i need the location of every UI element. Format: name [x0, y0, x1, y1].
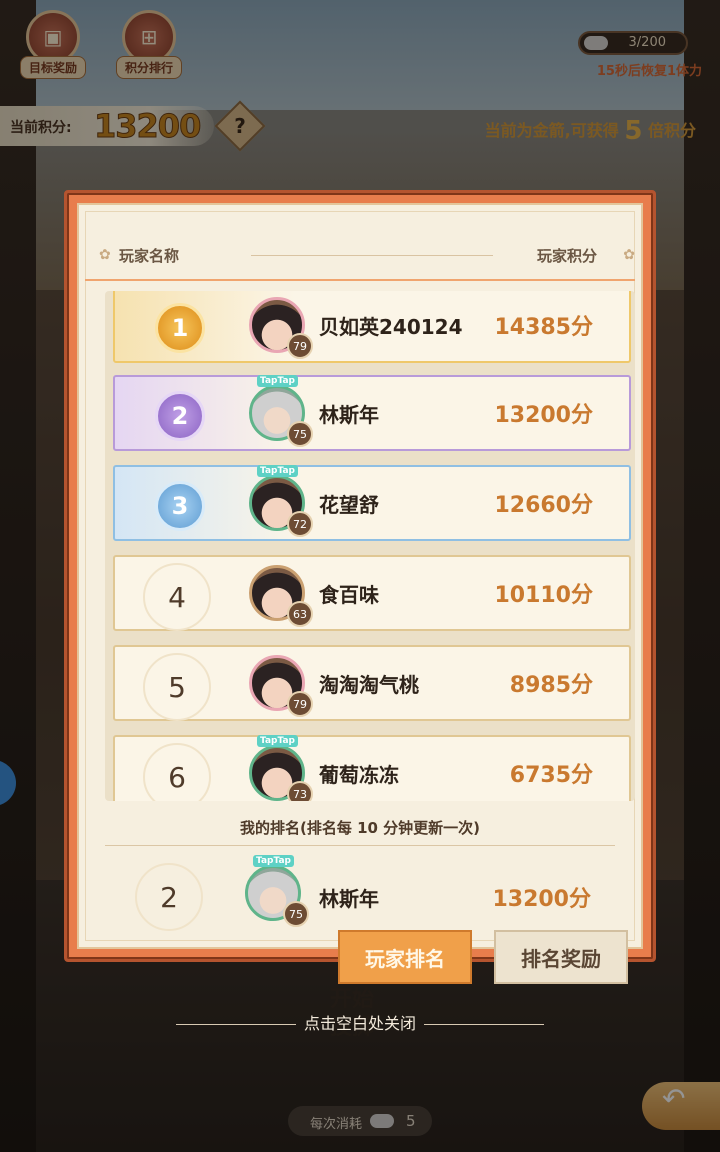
player-score: 13200分 — [494, 403, 593, 428]
avatar: TapTap 73 — [245, 735, 313, 801]
leaderboard-list[interactable]: 1 79 贝如英240124 14385分 2 TapTap 75 林斯年 13… — [105, 291, 635, 801]
taptap-badge: TapTap — [253, 855, 294, 867]
rank-number: 5 — [143, 653, 211, 721]
player-score: 10110分 — [494, 583, 593, 608]
player-score: 6735分 — [509, 763, 593, 788]
my-player-score: 13200分 — [492, 887, 591, 912]
list-item[interactable]: 1 79 贝如英240124 14385分 — [113, 291, 631, 363]
level-badge: 79 — [287, 691, 313, 717]
list-item[interactable]: 5 79 淘淘淘气桃 8985分 — [113, 645, 631, 721]
my-rank-title: 我的排名(排名每 10 分钟更新一次) — [239, 819, 481, 837]
player-score: 12660分 — [494, 493, 593, 518]
bronze-medal-icon: 3 — [155, 481, 205, 531]
list-item[interactable]: 6 TapTap 73 葡萄冻冻 6735分 — [113, 735, 631, 801]
level-badge: 72 — [287, 511, 313, 537]
divider — [175, 1024, 296, 1025]
avatar: TapTap 75 — [245, 375, 313, 447]
player-name: 淘淘淘气桃 — [319, 673, 419, 697]
list-item[interactable]: 2 TapTap 75 林斯年 13200分 — [113, 375, 631, 451]
rank-number: 2 — [171, 402, 189, 430]
close-hint-text: 点击空白处关闭 — [303, 1014, 416, 1033]
rank-number: 4 — [143, 563, 211, 631]
taptap-badge: TapTap — [257, 465, 298, 477]
my-rank-row: 2 TapTap 75 林斯年 13200分 — [105, 855, 635, 935]
gold-medal-icon: 1 — [155, 303, 205, 353]
rank-number: 1 — [171, 314, 189, 342]
avatar: TapTap 72 — [245, 465, 313, 537]
avatar: TapTap 75 — [241, 855, 309, 927]
player-name: 花望舒 — [319, 493, 379, 517]
tab-rank-reward[interactable]: 排名奖励 — [494, 930, 628, 984]
avatar: 79 — [245, 293, 313, 359]
player-score: 14385分 — [494, 315, 593, 340]
player-name: 林斯年 — [319, 403, 379, 427]
level-badge: 79 — [287, 333, 313, 359]
level-badge: 73 — [287, 781, 313, 801]
player-name: 食百味 — [319, 583, 379, 607]
flower-icon: ✿ — [99, 247, 111, 263]
level-badge: 75 — [283, 901, 309, 927]
player-name: 葡萄冻冻 — [319, 763, 399, 787]
header-player-score: 玩家积分 — [536, 247, 597, 265]
avatar: 79 — [245, 651, 313, 717]
list-header: ✿ 玩家名称 玩家积分 ✿ — [99, 245, 635, 267]
divider — [105, 845, 615, 846]
taptap-badge: TapTap — [257, 735, 298, 747]
silver-medal-icon: 2 — [155, 391, 205, 441]
level-badge: 75 — [287, 421, 313, 447]
rank-number: 3 — [171, 492, 189, 520]
divider — [251, 255, 493, 256]
flower-icon: ✿ — [623, 247, 635, 263]
my-player-name: 林斯年 — [319, 887, 379, 911]
taptap-badge: TapTap — [257, 375, 298, 387]
header-divider — [85, 279, 635, 281]
tab-player-rank[interactable]: 玩家排名 — [338, 930, 472, 984]
level-badge: 63 — [287, 601, 313, 627]
leaderboard-panel: ✿ 玩家名称 玩家积分 ✿ 1 79 贝如英240124 14385分 2 Ta… — [77, 203, 643, 949]
list-item[interactable]: 4 63 食百味 10110分 — [113, 555, 631, 631]
list-item[interactable]: 3 TapTap 72 花望舒 12660分 — [113, 465, 631, 541]
player-score: 8985分 — [509, 673, 593, 698]
leaderboard-modal: ✿ 玩家名称 玩家积分 ✿ 1 79 贝如英240124 14385分 2 Ta… — [64, 190, 656, 962]
header-player-name: 玩家名称 — [119, 247, 180, 265]
rank-number: 6 — [143, 743, 211, 801]
player-name: 贝如英240124 — [319, 315, 463, 339]
divider — [424, 1024, 544, 1025]
close-hint[interactable]: 点击空白处关闭 — [150, 1010, 570, 1034]
avatar: 63 — [245, 561, 313, 627]
my-rank-number: 2 — [135, 863, 203, 931]
